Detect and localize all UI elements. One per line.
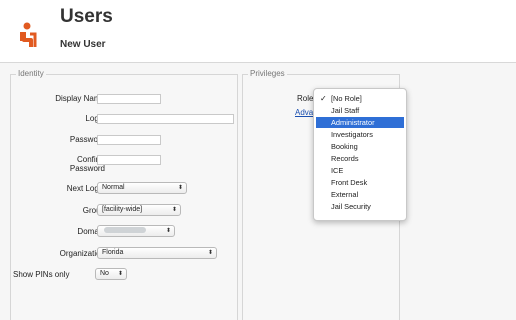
role-option[interactable]: ✓ [No Role] [316, 93, 404, 104]
page-subtitle: New User [60, 39, 106, 50]
page-header: Users New User [0, 0, 516, 63]
privileges-legend: Privileges [248, 69, 287, 78]
page-title: Users [60, 6, 113, 27]
next-login-select[interactable]: Normal ⬍ [97, 182, 187, 194]
role-option[interactable]: Booking [316, 141, 404, 152]
select-arrows-icon: ⬍ [171, 207, 177, 213]
role-label: Role [297, 94, 314, 103]
advanced-link[interactable]: Adva [295, 108, 313, 117]
select-arrows-icon: ⬍ [165, 228, 171, 234]
display-name-field[interactable] [97, 94, 161, 104]
redacted-value [104, 227, 146, 234]
organization-value: Florida [102, 249, 124, 256]
role-option[interactable]: Front Desk [316, 177, 404, 188]
confirm-password-field[interactable] [97, 155, 161, 165]
role-option[interactable]: Investigators [316, 129, 404, 140]
select-arrows-icon: ⬍ [177, 185, 183, 191]
show-pins-label: Show PINs only [13, 270, 70, 279]
checkmark-icon: ✓ [320, 94, 327, 103]
role-dropdown-menu[interactable]: ✓ [No Role] Jail Staff Administrator Inve… [313, 88, 407, 221]
organization-select[interactable]: Florida ⬍ [97, 247, 217, 259]
role-option[interactable]: Jail Security [316, 201, 404, 212]
role-option[interactable]: Jail Staff [316, 105, 404, 116]
role-option[interactable]: ICE [316, 165, 404, 176]
login-field[interactable] [97, 114, 234, 124]
identity-legend: Identity [16, 69, 46, 78]
confirm-label-line2: Password [69, 164, 105, 173]
identity-panel: Identity Display Name Login Password Con… [10, 69, 238, 320]
select-arrows-icon: ⬍ [117, 271, 123, 277]
group-select[interactable]: [facility-wide] ⬍ [97, 204, 181, 216]
group-value: [facility-wide] [102, 206, 143, 213]
role-option[interactable]: Records [316, 153, 404, 164]
receptionist-icon [20, 22, 37, 47]
select-arrows-icon: ⬍ [207, 250, 213, 256]
role-option[interactable]: External [316, 189, 404, 200]
domain-select[interactable]: ⬍ [97, 225, 175, 237]
show-pins-select[interactable]: No ⬍ [95, 268, 127, 280]
show-pins-value: No [100, 270, 109, 277]
password-field[interactable] [97, 135, 161, 145]
next-login-value: Normal [102, 184, 125, 191]
role-option-highlighted[interactable]: Administrator [316, 117, 404, 128]
